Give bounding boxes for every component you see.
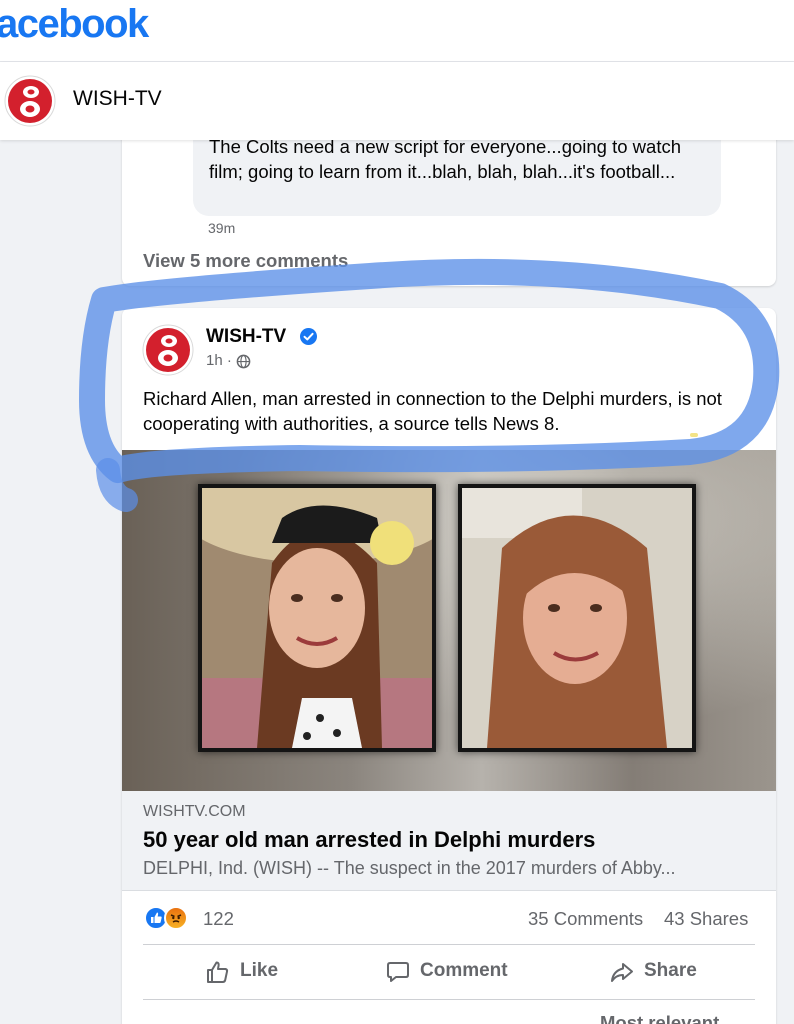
comment-timestamp[interactable]: 39m bbox=[208, 220, 235, 236]
facebook-logo-text[interactable]: acebook bbox=[0, 2, 149, 47]
post-timestamp[interactable]: 1h · bbox=[206, 352, 232, 369]
wish8-logo-icon[interactable] bbox=[4, 75, 56, 127]
share-button[interactable]: Share bbox=[609, 957, 719, 987]
like-button[interactable]: Like bbox=[205, 957, 295, 987]
verified-badge-icon bbox=[300, 328, 317, 345]
comment-sort-dropdown[interactable]: Most relevant ⌄ bbox=[600, 1012, 740, 1024]
thumbs-up-icon bbox=[207, 961, 229, 983]
page-name[interactable]: WISH-TV bbox=[73, 87, 162, 111]
post-body-text: Richard Allen, man arrested in connectio… bbox=[143, 386, 763, 436]
link-title[interactable]: 50 year old man arrested in Delphi murde… bbox=[143, 827, 595, 853]
view-more-comments-link[interactable]: View 5 more comments bbox=[143, 250, 348, 272]
comment-label: Comment bbox=[420, 960, 508, 981]
globe-icon bbox=[236, 354, 251, 369]
reaction-count[interactable]: 122 bbox=[203, 908, 234, 930]
post-action-bar: Like Comment Share bbox=[143, 944, 755, 1000]
page-header: WISH-TV bbox=[0, 62, 794, 140]
post-author-name[interactable]: WISH-TV bbox=[206, 326, 286, 348]
wish8-avatar-icon[interactable] bbox=[142, 324, 194, 376]
like-label: Like bbox=[240, 960, 279, 981]
link-preview-image[interactable] bbox=[122, 450, 776, 791]
link-preview-footer[interactable]: WISHTV.COM 50 year old man arrested in D… bbox=[122, 791, 776, 891]
post-card: WISH-TV 1h · Richard Allen, man arrested… bbox=[122, 308, 776, 1024]
victim-photo-left bbox=[198, 484, 436, 752]
previous-post-card: The Colts need a new script for everyone… bbox=[122, 130, 776, 286]
post-text-part: a source tells News 8. bbox=[373, 413, 560, 434]
link-description: DELPHI, Ind. (WISH) -- The suspect in th… bbox=[143, 858, 676, 878]
top-brand-bar: acebook bbox=[0, 0, 794, 62]
comment-button[interactable]: Comment bbox=[385, 957, 525, 987]
link-domain: WISHTV.COM bbox=[143, 803, 246, 820]
post-text-part: Richard Allen, man arrested in connectio… bbox=[143, 388, 697, 409]
comment-text: The Colts need a new script for everyone… bbox=[209, 136, 682, 182]
comment-bubble: The Colts need a new script for everyone… bbox=[193, 130, 721, 216]
share-icon bbox=[611, 963, 633, 982]
angry-reaction-icon bbox=[164, 906, 188, 930]
shares-count[interactable]: 43 Shares bbox=[664, 908, 748, 930]
comments-count[interactable]: 35 Comments bbox=[528, 908, 643, 930]
comment-icon bbox=[387, 962, 409, 982]
victim-photo-right bbox=[458, 484, 696, 752]
share-label: Share bbox=[644, 960, 697, 981]
